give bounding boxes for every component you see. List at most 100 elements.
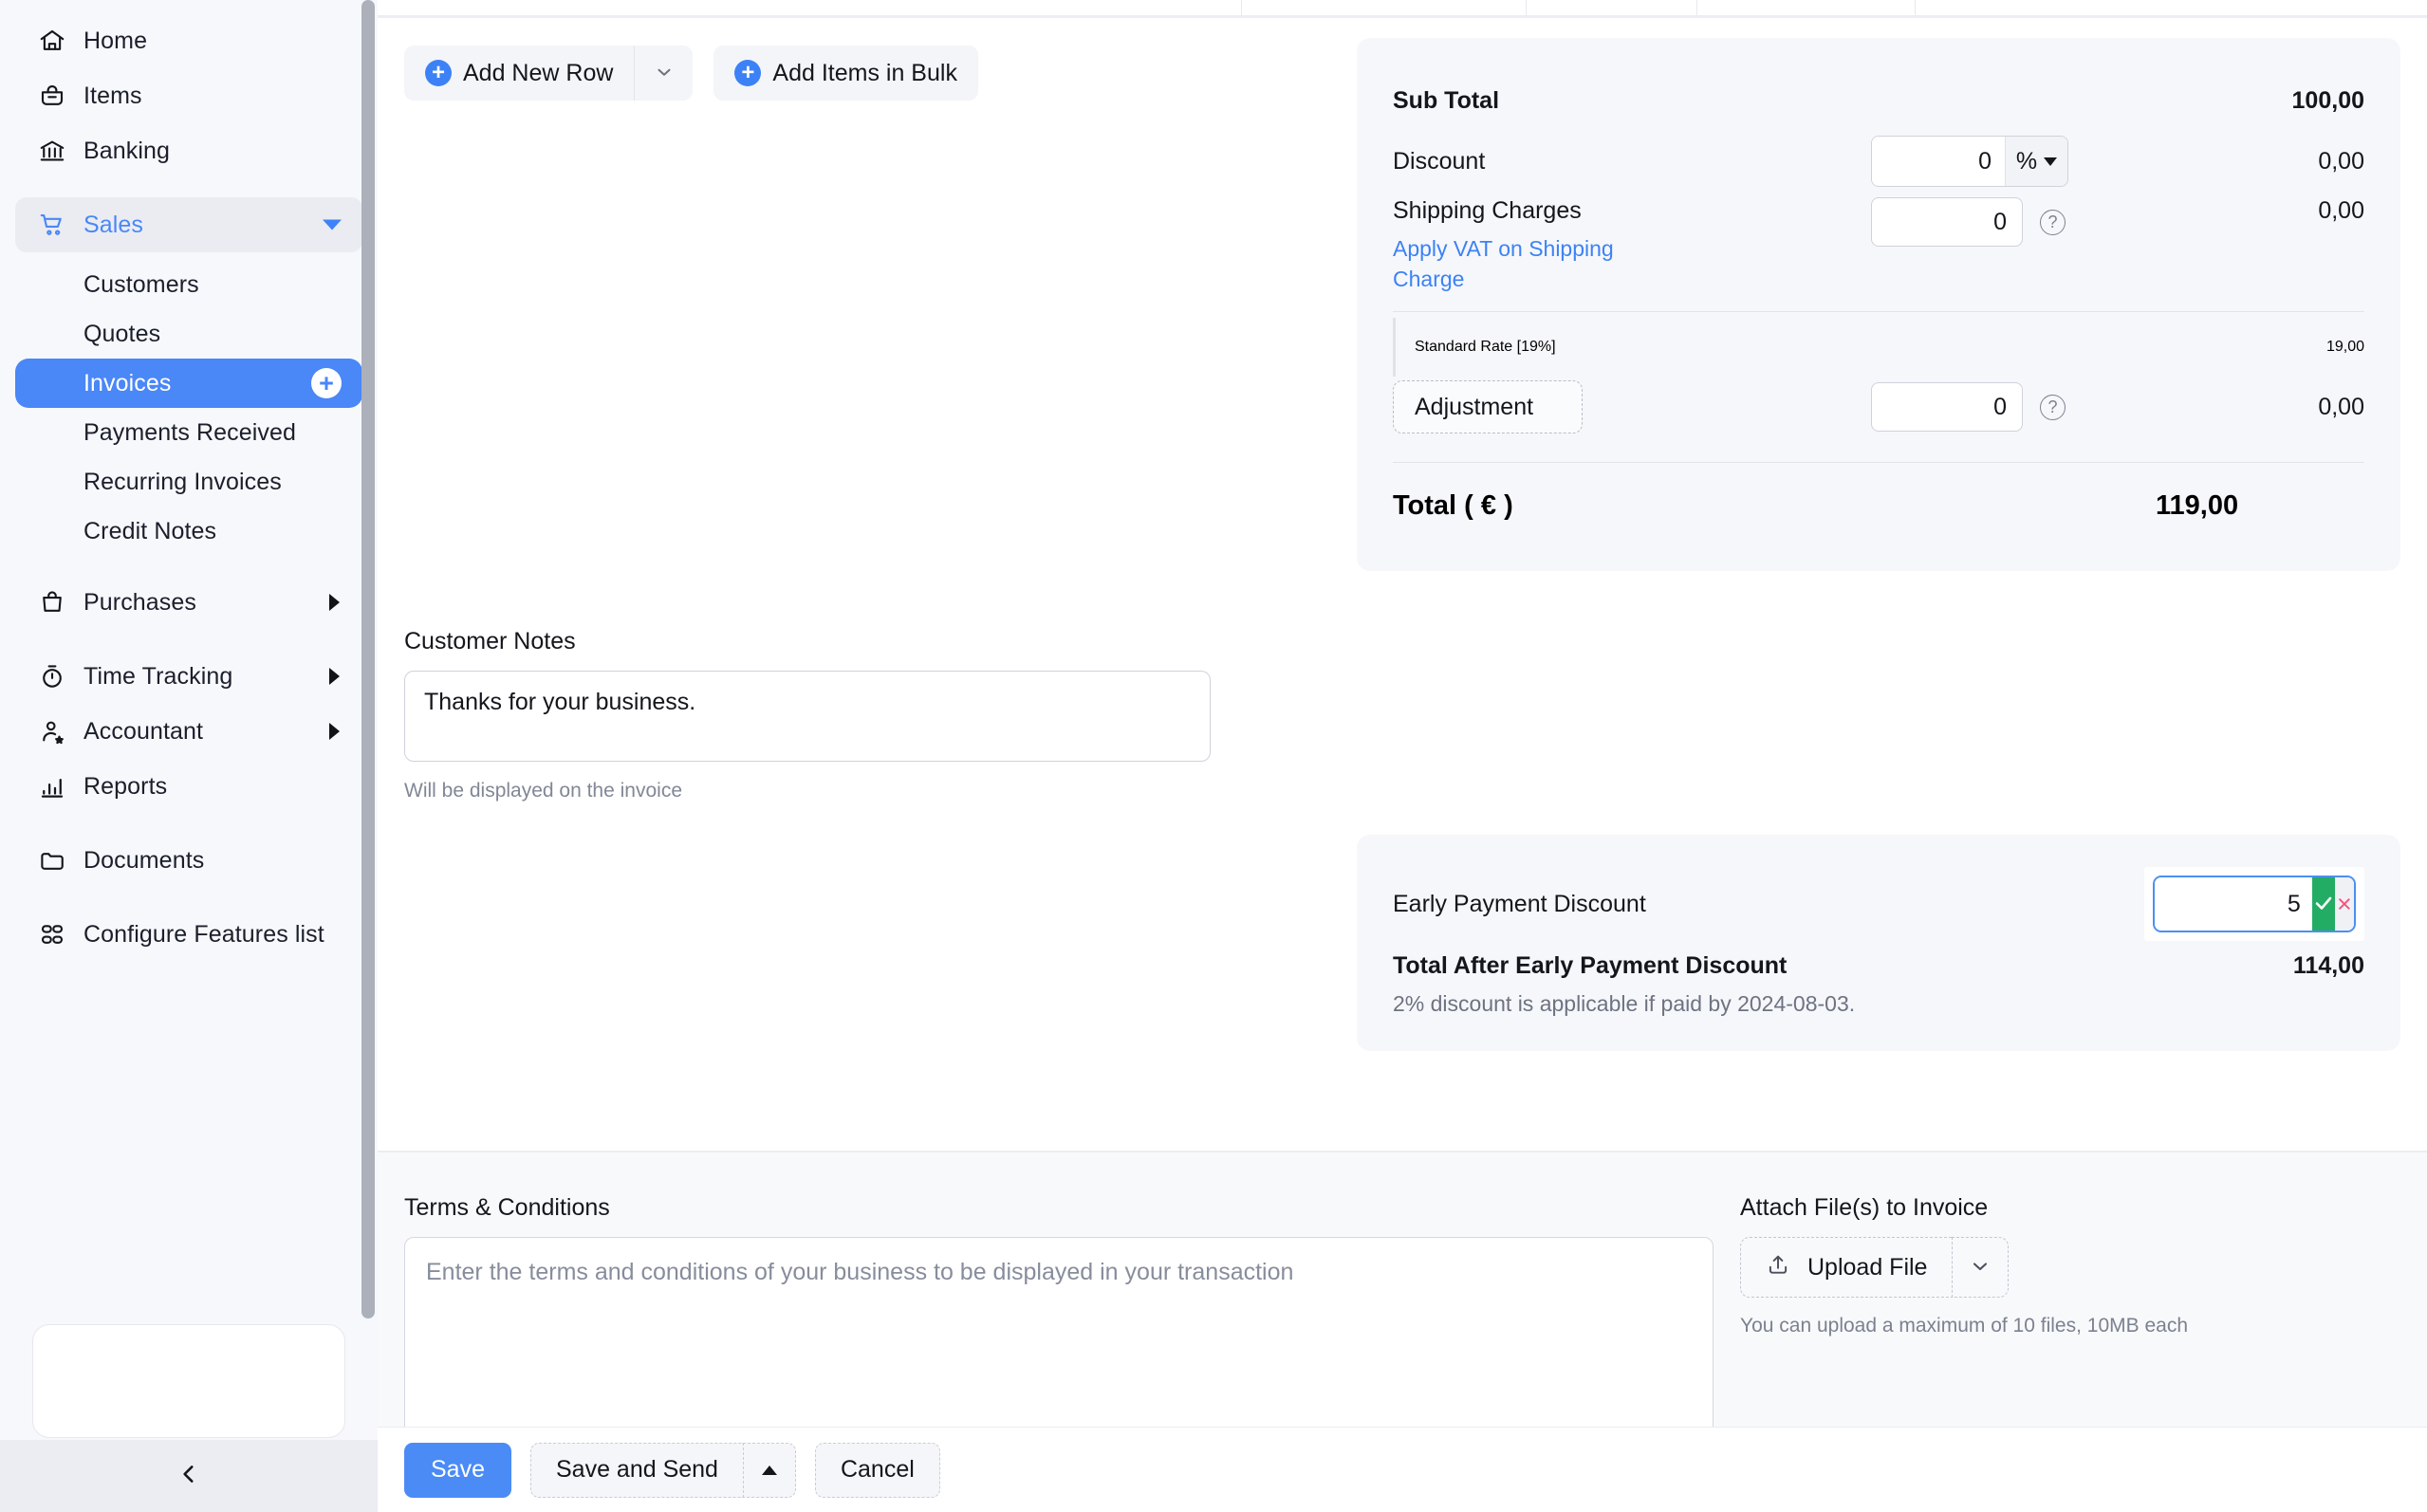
terms-conditions-label: Terms & Conditions bbox=[404, 1194, 1706, 1222]
summary-row-total: Total ( € ) 119,00 bbox=[1393, 469, 2364, 543]
upload-file-dropdown-button[interactable] bbox=[1952, 1237, 2009, 1298]
chevron-down-icon bbox=[323, 220, 342, 230]
sidebar-item-invoices[interactable]: Invoices + bbox=[15, 359, 362, 408]
sidebar-item-label: Items bbox=[83, 83, 142, 110]
form-action-bar: Save Save and Send Cancel bbox=[378, 1427, 2427, 1512]
sidebar-item-label: Documents bbox=[83, 847, 204, 875]
chevron-down-icon bbox=[2044, 157, 2057, 166]
sidebar-item-documents[interactable]: Documents bbox=[15, 833, 362, 888]
cancel-button[interactable]: Cancel bbox=[815, 1443, 940, 1498]
customer-notes-hint: Will be displayed on the invoice bbox=[404, 780, 1211, 802]
shipping-controls: ? bbox=[1871, 197, 2184, 247]
sidebar-item-label: Credit Notes bbox=[83, 518, 216, 545]
accountant-icon bbox=[36, 715, 68, 747]
sidebar-group-label: Purchases bbox=[83, 589, 196, 617]
customer-notes-block: Customer Notes Thanks for your business.… bbox=[404, 628, 1211, 802]
question-circle-icon[interactable]: ? bbox=[2040, 210, 2066, 235]
folder-icon bbox=[36, 844, 68, 876]
tax-value: 19,00 bbox=[2326, 339, 2364, 356]
sidebar-group-sales[interactable]: Sales bbox=[15, 197, 362, 252]
invoice-summary-panel: Sub Total 100,00 Discount % 0,00 bbox=[1357, 38, 2400, 571]
bank-icon bbox=[36, 135, 68, 167]
total-label: Total ( € ) bbox=[1393, 490, 1513, 522]
sidebar-item-label: Banking bbox=[83, 138, 170, 165]
sidebar-item-quotes[interactable]: Quotes bbox=[15, 309, 362, 359]
sidebar: Home Items Banking Sales bbox=[0, 0, 378, 1512]
sidebar-item-customers[interactable]: Customers bbox=[15, 260, 362, 309]
discount-input[interactable] bbox=[1872, 137, 2005, 186]
sidebar-group-time-tracking[interactable]: Time Tracking bbox=[15, 649, 362, 704]
add-new-row-dropdown-button[interactable] bbox=[634, 46, 693, 101]
sidebar-collapse-button[interactable] bbox=[0, 1440, 378, 1512]
save-and-send-dropdown-button[interactable] bbox=[743, 1443, 796, 1498]
sidebar-item-label: Reports bbox=[83, 773, 167, 801]
total-after-early-payment-discount-label: Total After Early Payment Discount bbox=[1393, 952, 1787, 980]
sidebar-scrollbar[interactable] bbox=[361, 0, 375, 1318]
summary-row-adjustment: Adjustment ? 0,00 bbox=[1393, 377, 2364, 437]
chevron-right-icon bbox=[329, 723, 340, 740]
discount-unit-label: % bbox=[2016, 148, 2037, 175]
sidebar-item-label: Invoices bbox=[83, 370, 172, 397]
attach-files-label: Attach File(s) to Invoice bbox=[1740, 1194, 2188, 1222]
question-circle-icon[interactable]: ? bbox=[2040, 395, 2066, 420]
total-value: 119,00 bbox=[2156, 490, 2364, 522]
sidebar-item-credit-notes[interactable]: Credit Notes bbox=[15, 507, 362, 556]
sidebar-group-label: Accountant bbox=[83, 718, 203, 746]
chevron-right-icon bbox=[329, 594, 340, 611]
early-payment-discount-note: 2% discount is applicable if paid by 202… bbox=[1393, 991, 2364, 1017]
sliders-icon bbox=[36, 918, 68, 950]
plus-icon: + bbox=[425, 60, 452, 86]
adjustment-label-field[interactable]: Adjustment bbox=[1393, 380, 1583, 433]
summary-row-tax: Standard Rate [19%] 19,00 bbox=[1393, 318, 2364, 377]
add-items-in-bulk-button[interactable]: + Add Items in Bulk bbox=[713, 46, 978, 101]
summary-divider bbox=[1393, 462, 2364, 463]
nav-spacer bbox=[0, 630, 378, 649]
tax-label: Standard Rate [19%] bbox=[1415, 339, 1556, 356]
sidebar-item-reports[interactable]: Reports bbox=[15, 759, 362, 814]
add-new-row-button[interactable]: + Add New Row bbox=[404, 46, 634, 101]
apply-vat-on-shipping-link[interactable]: Apply VAT on Shipping Charge bbox=[1393, 234, 1649, 294]
discount-unit-select[interactable]: % bbox=[2005, 137, 2067, 186]
new-invoice-plus-icon[interactable]: + bbox=[311, 368, 342, 398]
summary-row-subtotal: Sub Total 100,00 bbox=[1393, 70, 2364, 131]
sidebar-item-label: Home bbox=[83, 28, 147, 55]
cancel-early-payment-discount-button[interactable]: × bbox=[2335, 877, 2354, 931]
discount-value: 0,00 bbox=[2184, 148, 2364, 175]
sidebar-bottom-card bbox=[32, 1324, 345, 1438]
sidebar-item-items[interactable]: Items bbox=[15, 68, 362, 123]
chart-bars-icon bbox=[36, 770, 68, 802]
chevron-down-icon bbox=[1969, 1255, 1992, 1281]
sidebar-item-label: Quotes bbox=[83, 321, 160, 348]
add-new-row-group: + Add New Row bbox=[404, 46, 693, 101]
discount-label: Discount bbox=[1393, 148, 1485, 175]
sidebar-group-purchases[interactable]: Purchases bbox=[15, 575, 362, 630]
adjustment-input[interactable] bbox=[1871, 382, 2023, 432]
sidebar-item-payments-received[interactable]: Payments Received bbox=[15, 408, 362, 457]
sidebar-item-banking[interactable]: Banking bbox=[15, 123, 362, 178]
confirm-early-payment-discount-button[interactable] bbox=[2312, 877, 2335, 931]
customer-notes-input[interactable]: Thanks for your business. bbox=[404, 671, 1211, 762]
sidebar-item-configure-features[interactable]: Configure Features list bbox=[15, 907, 362, 962]
sidebar-item-recurring-invoices[interactable]: Recurring Invoices bbox=[15, 457, 362, 507]
early-payment-discount-input[interactable] bbox=[2155, 877, 2312, 931]
chevron-left-icon bbox=[176, 1462, 201, 1491]
invoice-editor-page: Home Items Banking Sales bbox=[0, 0, 2427, 1512]
shipping-charges-input[interactable] bbox=[1871, 197, 2023, 247]
plus-icon: + bbox=[734, 60, 761, 86]
early-payment-discount-row: Early Payment Discount × bbox=[1393, 867, 2364, 941]
shipping-charges-value: 0,00 bbox=[2184, 197, 2364, 225]
save-button[interactable]: Save bbox=[404, 1443, 511, 1498]
nav-spacer bbox=[0, 888, 378, 907]
save-and-send-button[interactable]: Save and Send bbox=[530, 1443, 743, 1498]
discount-input-group: % bbox=[1871, 136, 2068, 187]
home-icon bbox=[36, 25, 68, 57]
sidebar-group-accountant[interactable]: Accountant bbox=[15, 704, 362, 759]
shipping-charges-label: Shipping Charges bbox=[1393, 197, 1649, 225]
terms-conditions-input[interactable] bbox=[404, 1237, 1714, 1436]
sidebar-item-home[interactable]: Home bbox=[15, 13, 362, 68]
bottom-section: Terms & Conditions Attach File(s) to Inv… bbox=[378, 1152, 2427, 1427]
nav-spacer bbox=[0, 556, 378, 575]
close-icon: × bbox=[2337, 890, 2352, 919]
early-payment-discount-panel: Early Payment Discount × bbox=[1357, 835, 2400, 1051]
upload-file-button[interactable]: Upload File bbox=[1740, 1237, 1952, 1298]
